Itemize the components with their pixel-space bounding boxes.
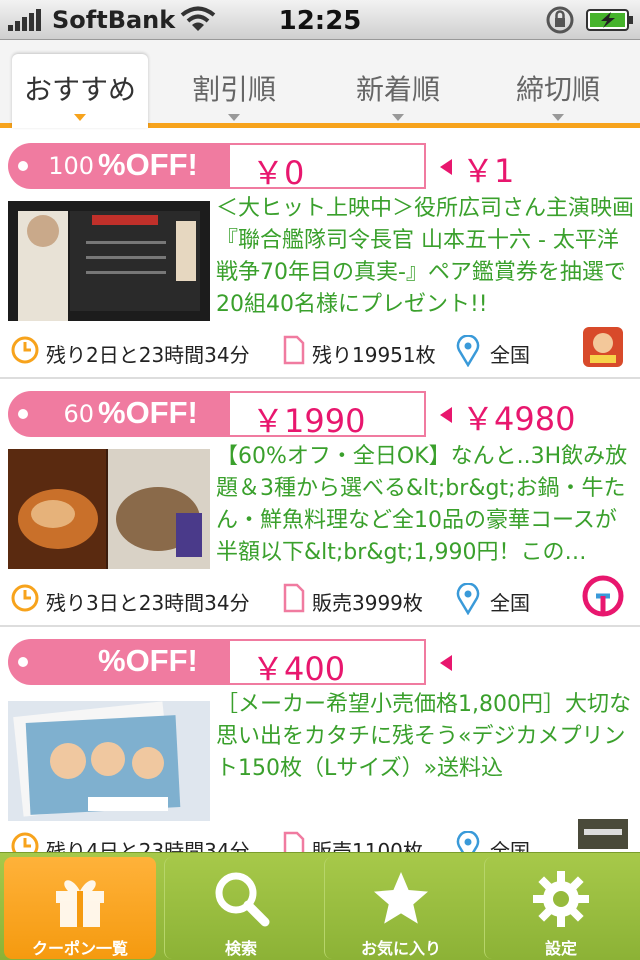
- deal-thumbnail: [8, 449, 210, 569]
- ticket-icon: [283, 831, 305, 853]
- tab-newest[interactable]: 新着順: [330, 54, 466, 128]
- tab-deadline[interactable]: 締切順: [490, 54, 626, 128]
- tab-bar-label: 検索: [224, 939, 257, 958]
- deal-item[interactable]: %OFF! ￥400 ［メーカー希望小売価格1,800円］大切な思い出をカタチに…: [0, 629, 640, 853]
- deal-thumbnail: [8, 701, 210, 821]
- deal-description: ＜大ヒット上映中＞役所広司さん主演映画『聯合艦隊司令長官 山本五十六 - 太平洋…: [216, 196, 635, 317]
- badge-dot: [18, 409, 28, 419]
- search-icon: [215, 872, 270, 927]
- provider-logo: [583, 327, 623, 367]
- time-left: 残り4日と23時間34分: [46, 839, 250, 853]
- off-label: %OFF!: [98, 147, 198, 182]
- rotation-lock-icon: [546, 6, 574, 34]
- arrow-left-icon: [440, 407, 452, 423]
- gear-icon: [533, 871, 589, 927]
- deal-list[interactable]: 100 %OFF! ￥0 ￥1 ＜大ヒット上映中＞役所広司さん主演映画『聯合艦隊…: [0, 133, 640, 853]
- bottom-tab-bar: クーポン一覧 検索 お気に入り 設定: [0, 852, 640, 960]
- sale-price-box: ￥1990: [230, 391, 426, 440]
- clock-time: 12:25: [278, 6, 362, 36]
- chevron-down-icon: [228, 114, 240, 121]
- deal-meta: 残り2日と23時間34分 残り19951枚 全国: [10, 333, 630, 369]
- stock-count: 販売3999枚: [312, 591, 423, 615]
- price-row: 100 %OFF! ￥0 ￥1: [8, 143, 632, 192]
- provider-logo: [582, 575, 624, 617]
- tab-favorites[interactable]: お気に入り: [324, 857, 476, 959]
- area: 全国: [490, 591, 530, 615]
- tab-label: おすすめ: [23, 73, 136, 106]
- original-price: ￥4980: [462, 400, 576, 438]
- tab-bar-label: クーポン一覧: [31, 939, 128, 958]
- discount-badge: 100 %OFF!: [8, 143, 230, 189]
- deal-description: 【60%オフ・全日OK】なんと..3H飲み放題＆3種から選べる&lt;br&gt…: [216, 444, 628, 565]
- clock-icon: [11, 336, 39, 364]
- tab-coupon-list[interactable]: クーポン一覧: [4, 857, 156, 959]
- chevron-down-icon: [74, 114, 86, 121]
- gift-icon: [56, 880, 104, 927]
- battery-icon: [586, 9, 633, 31]
- discount-percent: 100: [48, 152, 94, 180]
- badge-dot: [18, 657, 28, 667]
- deal-meta: 残り3日と23時間34分 販売3999枚 全国: [10, 581, 630, 617]
- status-bar: SoftBank 12:25: [0, 0, 640, 40]
- deal-meta: 残り4日と23時間34分 販売1100枚 全国: [10, 829, 630, 853]
- discount-percent: 60: [63, 400, 94, 428]
- deal-description: ［メーカー希望小売価格1,800円］大切な思い出をカタチに残そう«デジカメプリン…: [216, 692, 631, 781]
- location-pin-icon: [456, 831, 480, 853]
- price-row: 60 %OFF! ￥1990 ￥4980: [8, 391, 632, 440]
- arrow-left-icon: [440, 655, 452, 671]
- sale-price: ￥1990: [252, 402, 366, 440]
- tab-label: 締切順: [515, 73, 600, 106]
- location-pin-icon: [456, 335, 480, 367]
- tab-label: 割引順: [191, 73, 276, 106]
- tab-search[interactable]: 検索: [164, 857, 316, 959]
- arrow-left-icon: [440, 159, 452, 175]
- price-row: %OFF! ￥400: [8, 639, 632, 688]
- time-left: 残り3日と23時間34分: [46, 591, 250, 615]
- badge-dot: [18, 161, 28, 171]
- tab-bar-label: 設定: [544, 939, 577, 958]
- ticket-icon: [283, 335, 305, 365]
- stock-count: 販売1100枚: [312, 839, 423, 853]
- original-price: ￥1: [462, 152, 515, 190]
- clock-icon: [11, 584, 39, 612]
- tab-discount[interactable]: 割引順: [166, 54, 302, 128]
- provider-logo: [578, 819, 628, 849]
- clock-icon: [11, 832, 39, 853]
- sale-price: ￥0: [252, 154, 305, 192]
- deal-item[interactable]: 100 %OFF! ￥0 ￥1 ＜大ヒット上映中＞役所広司さん主演映画『聯合艦隊…: [0, 133, 640, 379]
- area: 全国: [490, 343, 530, 367]
- tab-settings[interactable]: 設定: [484, 857, 636, 959]
- off-label: %OFF!: [98, 643, 198, 678]
- discount-badge: 60 %OFF!: [8, 391, 230, 437]
- time-left: 残り2日と23時間34分: [46, 343, 250, 367]
- tab-recommended[interactable]: おすすめ: [12, 54, 148, 128]
- sale-price-box: ￥400: [230, 639, 426, 688]
- star-icon: [374, 872, 428, 924]
- discount-badge: %OFF!: [8, 639, 230, 685]
- stock-count: 残り19951枚: [312, 343, 436, 367]
- tab-bar-label: お気に入り: [360, 939, 441, 958]
- sale-price: ￥400: [252, 650, 346, 688]
- deal-item[interactable]: 60 %OFF! ￥1990 ￥4980 【60%オフ・全日OK】なんと..3H…: [0, 381, 640, 627]
- chevron-down-icon: [552, 114, 564, 121]
- sale-price-box: ￥0: [230, 143, 426, 192]
- sort-tabs: おすすめ 割引順 新着順 締切順: [0, 40, 640, 128]
- ticket-icon: [283, 583, 305, 613]
- area: 全国: [490, 839, 530, 853]
- tab-label: 新着順: [355, 73, 440, 106]
- chevron-down-icon: [392, 114, 404, 121]
- location-pin-icon: [456, 583, 480, 615]
- deal-thumbnail: [8, 201, 210, 321]
- off-label: %OFF!: [98, 395, 198, 430]
